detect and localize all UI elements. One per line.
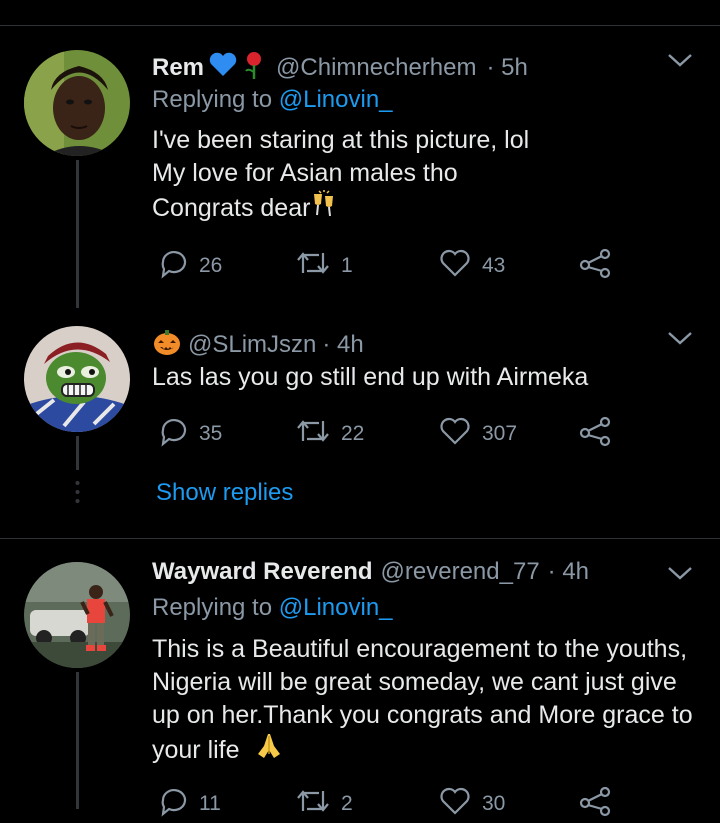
reply-button[interactable]: 26: [157, 247, 222, 285]
thread-line: [76, 436, 79, 470]
retweet-count: 1: [341, 254, 353, 277]
thread-divider: [0, 538, 720, 539]
share-icon: [578, 247, 612, 285]
retweet-icon: [295, 247, 331, 285]
text-line: My love for Asian males tho: [152, 159, 458, 187]
show-replies-link[interactable]: Show replies: [156, 479, 293, 507]
display-name[interactable]: Wayward Reverend: [152, 558, 373, 586]
chevron-down-icon[interactable]: [667, 330, 693, 351]
replying-prefix: Replying to: [152, 86, 279, 113]
text-line: Congrats dear: [152, 194, 311, 222]
replying-prefix: Replying to: [152, 594, 279, 621]
retweet-icon: [295, 415, 331, 453]
reply-icon: [157, 785, 189, 823]
text-line: Las las you go still end up with Airmeka: [152, 363, 589, 391]
share-button[interactable]: [578, 785, 612, 823]
reply-count: 35: [199, 422, 223, 445]
top-divider: [0, 25, 720, 26]
retweet-icon: [295, 785, 331, 823]
like-count: 307: [482, 422, 518, 445]
share-icon: [578, 415, 612, 453]
avatar-rem[interactable]: [24, 50, 130, 156]
text-line: up on her.Thank you congrats and More gr…: [152, 701, 693, 729]
like-button[interactable]: 43: [438, 247, 505, 285]
retweet-count: 2: [341, 792, 353, 815]
text-line: your life: [152, 736, 240, 764]
timestamp[interactable]: · 5h: [486, 54, 527, 82]
thread-line: [76, 672, 79, 809]
share-icon: [578, 785, 612, 823]
share-button[interactable]: [578, 415, 612, 453]
display-name[interactable]: Rem: [152, 54, 204, 82]
replying-to: Replying to @Linovin_: [152, 86, 393, 114]
like-button[interactable]: 30: [438, 785, 505, 823]
like-icon: [438, 785, 472, 823]
handle[interactable]: @Chimnecherhem: [276, 54, 476, 82]
folded-hands-emoji: [254, 732, 284, 769]
retweet-button[interactable]: 1: [295, 247, 353, 285]
timestamp[interactable]: · 4h: [322, 331, 363, 359]
retweet-button[interactable]: 22: [295, 415, 364, 453]
reply-button[interactable]: 35: [157, 415, 222, 453]
tweet-header: Wayward Reverend @reverend_77 · 4h: [152, 558, 589, 586]
retweet-count: 22: [341, 422, 365, 445]
replying-handle[interactable]: @Linovin_: [279, 86, 393, 113]
text-line: I've been staring at this picture, lol: [152, 126, 530, 154]
text-line: Nigeria will be great someday, we cant j…: [152, 668, 677, 696]
reply-count: 26: [199, 254, 223, 277]
like-icon: [438, 247, 472, 285]
replying-to: Replying to @Linovin_: [152, 594, 393, 622]
handle[interactable]: @reverend_77: [381, 558, 540, 586]
tweet-text: I've been staring at this picture, lol M…: [152, 124, 529, 227]
rose-emoji: [242, 50, 266, 85]
text-line: This is a Beautiful encouragement to the…: [152, 635, 688, 663]
timestamp[interactable]: · 4h: [548, 558, 589, 586]
chevron-down-icon[interactable]: [667, 52, 693, 73]
handle[interactable]: @SLimJszn: [188, 331, 316, 359]
reply-count: 11: [199, 792, 221, 815]
like-button[interactable]: 307: [438, 415, 517, 453]
like-count: 30: [482, 792, 506, 815]
avatar-wayward-reverend[interactable]: [24, 562, 130, 668]
reply-icon: [157, 415, 189, 453]
blue-heart-emoji: [208, 52, 238, 83]
like-count: 43: [482, 254, 506, 277]
retweet-button[interactable]: 2: [295, 785, 353, 823]
thread-dots: [75, 480, 80, 504]
like-icon: [438, 415, 472, 453]
jack-o-lantern-emoji[interactable]: [152, 327, 182, 362]
replying-handle[interactable]: @Linovin_: [279, 594, 393, 621]
reply-icon: [157, 247, 189, 285]
tweet-text: This is a Beautiful encouragement to the…: [152, 633, 693, 769]
tweet-header: @SLimJszn · 4h: [152, 327, 364, 362]
reply-button[interactable]: 11: [157, 785, 221, 823]
avatar-slimjszn[interactable]: [24, 326, 130, 432]
thread-line: [76, 160, 79, 308]
tweet-header: Rem @Chimnecherhem · 5h: [152, 50, 528, 85]
tweet-text: Las las you go still end up with Airmeka: [152, 361, 588, 394]
chevron-down-icon[interactable]: [667, 565, 693, 586]
share-button[interactable]: [578, 247, 612, 285]
clinking-glasses-emoji: [310, 190, 338, 227]
